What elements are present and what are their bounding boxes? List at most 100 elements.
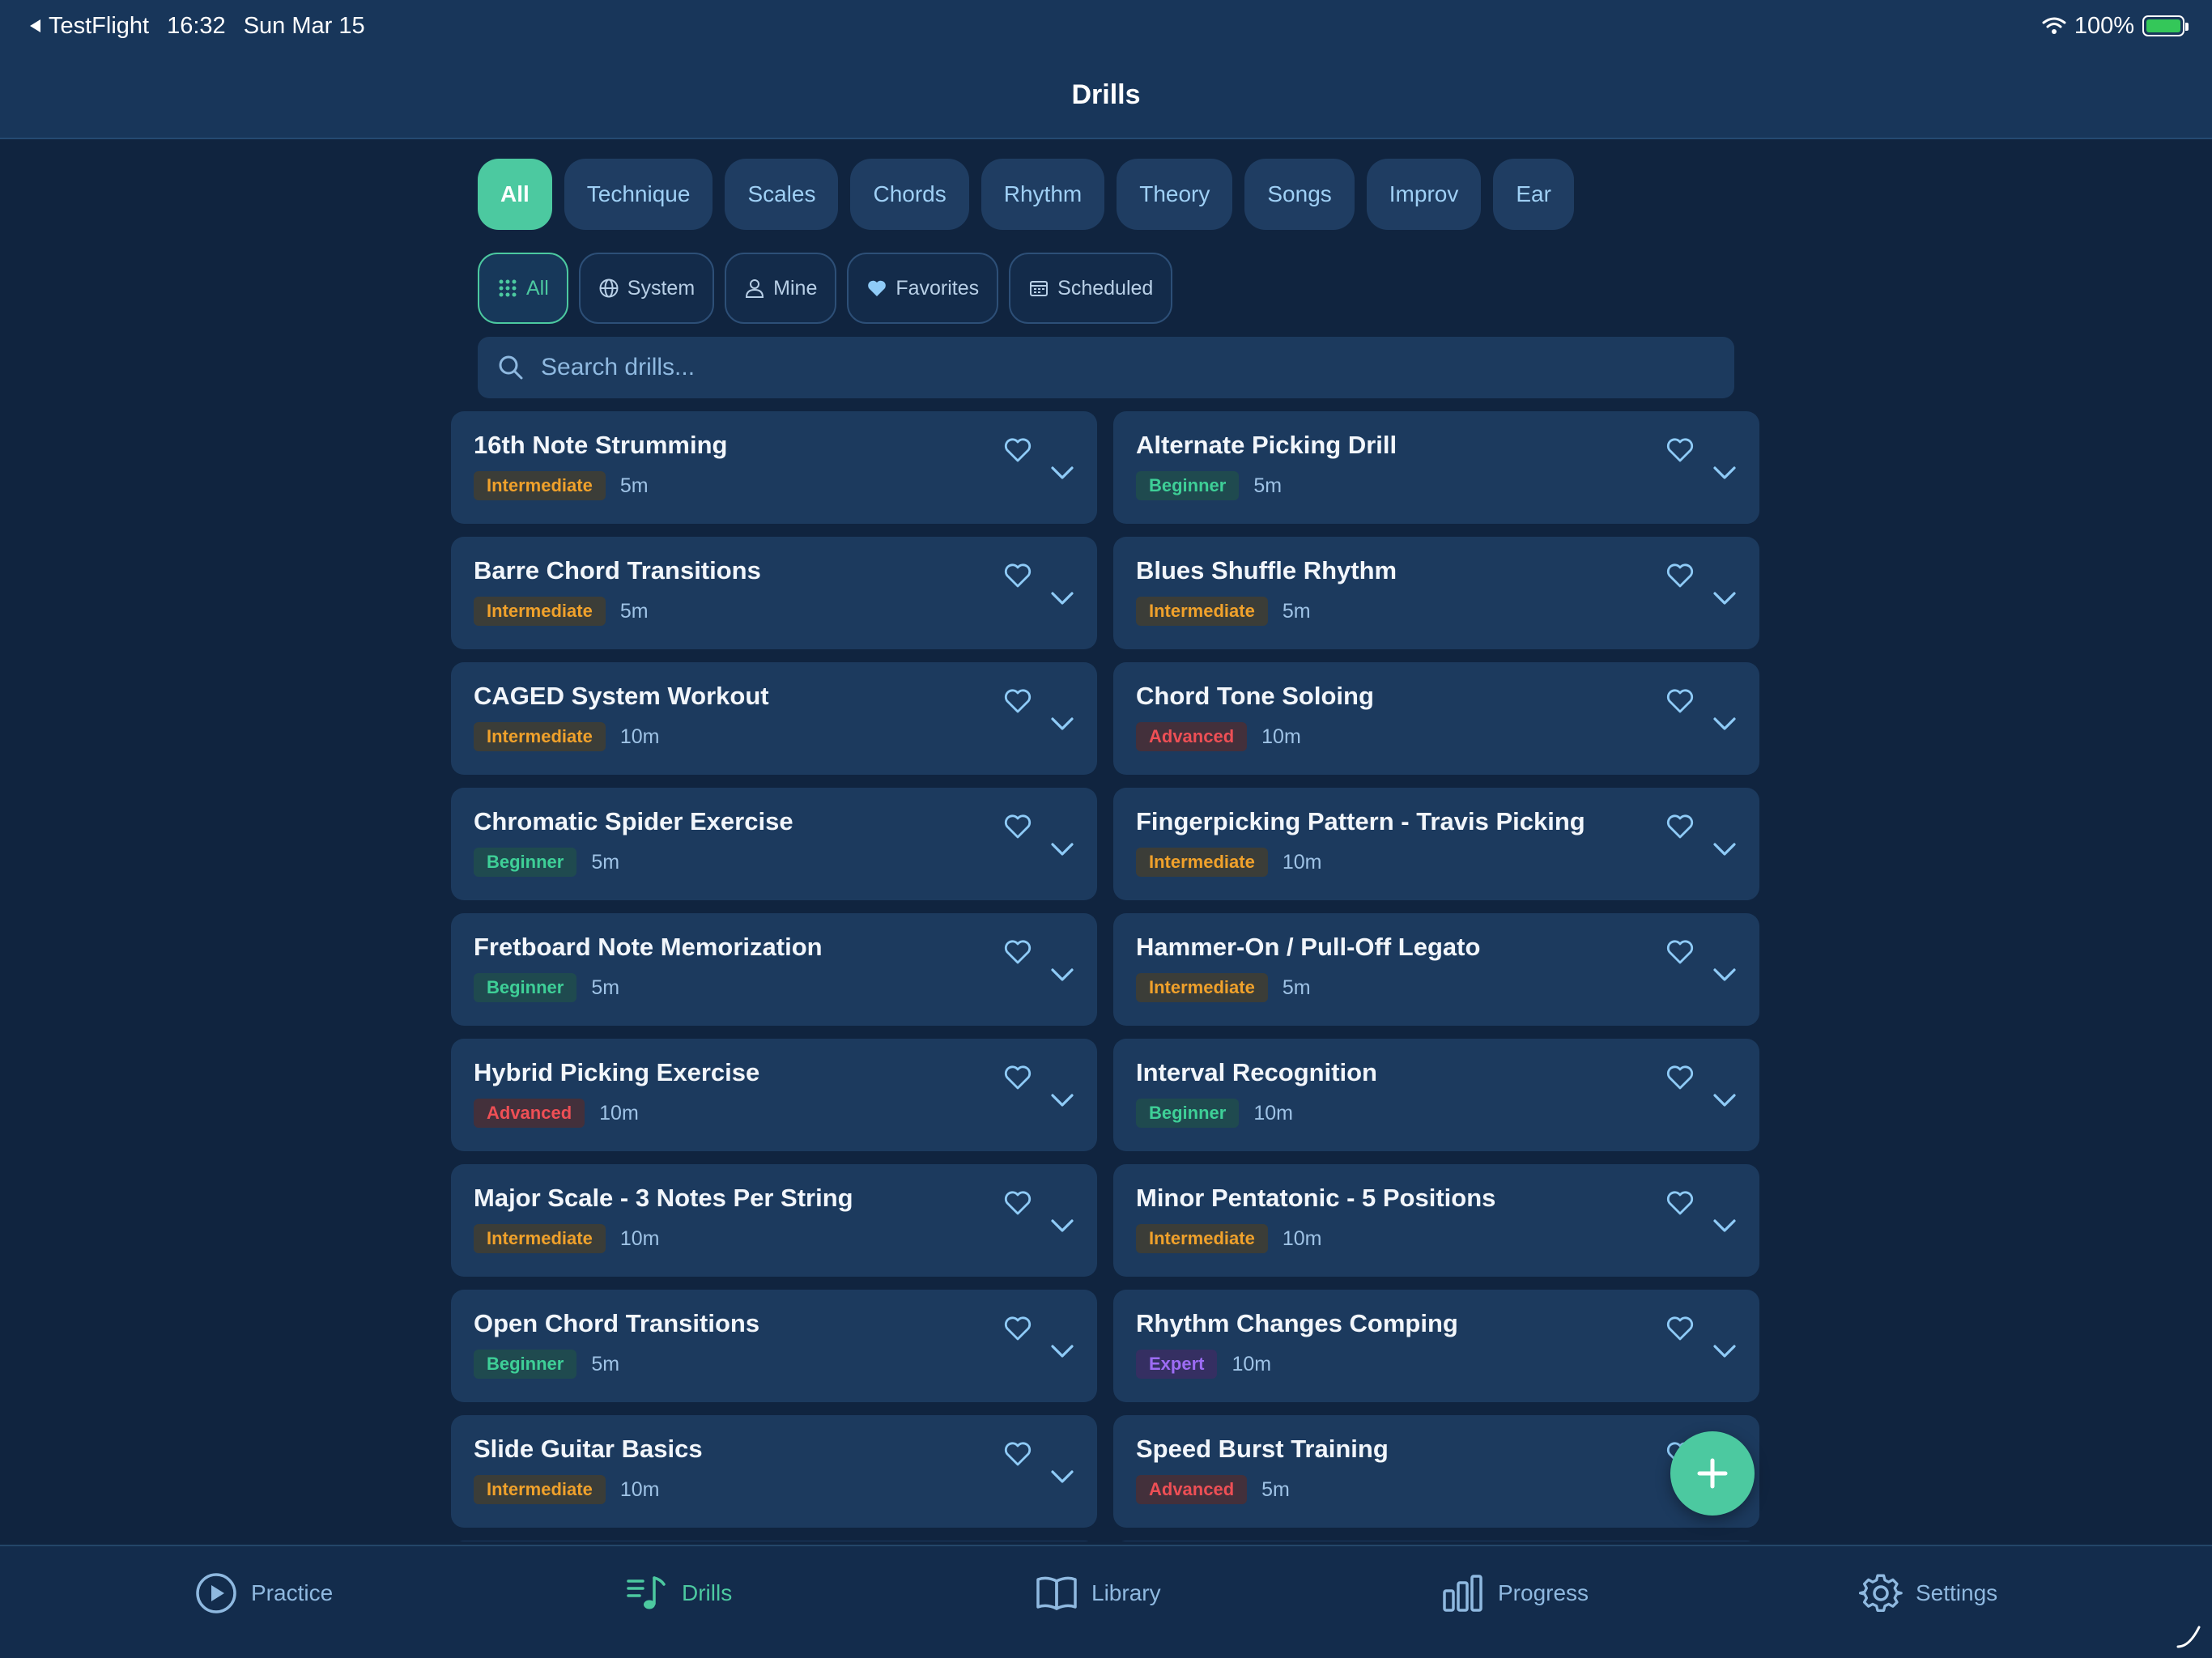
drill-card[interactable]: Blues Shuffle Rhythm Intermediate 5m bbox=[1113, 537, 1759, 649]
search-input[interactable] bbox=[539, 353, 1673, 382]
heart-outline-icon[interactable] bbox=[1003, 937, 1032, 965]
tab-practice[interactable]: Practice bbox=[194, 1569, 333, 1618]
drill-card[interactable]: Barre Chord Transitions Intermediate 5m bbox=[451, 537, 1097, 649]
page-title: Drills bbox=[1071, 79, 1141, 110]
tab-library[interactable]: Library bbox=[1035, 1569, 1161, 1618]
back-to-app-link[interactable]: TestFlight bbox=[28, 13, 149, 40]
heart-outline-icon[interactable] bbox=[1665, 561, 1695, 589]
level-badge: Beginner bbox=[474, 848, 577, 877]
drill-duration: 5m bbox=[1282, 599, 1311, 623]
back-triangle-icon bbox=[30, 19, 40, 32]
heart-outline-icon[interactable] bbox=[1003, 812, 1032, 840]
drill-card[interactable]: Hybrid Picking Exercise Advanced 10m bbox=[451, 1039, 1097, 1151]
category-chip-songs[interactable]: Songs bbox=[1244, 159, 1355, 230]
chevron-down-icon[interactable] bbox=[1049, 1341, 1076, 1361]
heart-outline-icon[interactable] bbox=[1003, 1439, 1032, 1467]
category-chip-scales[interactable]: Scales bbox=[725, 159, 839, 230]
drill-card[interactable]: Chromatic Spider Exercise Beginner 5m bbox=[451, 788, 1097, 900]
chevron-down-icon[interactable] bbox=[1711, 463, 1738, 483]
drill-title: Fingerpicking Pattern - Travis Picking bbox=[1136, 807, 1585, 835]
source-filter-favorites[interactable]: Favorites bbox=[847, 253, 999, 324]
drill-duration: 10m bbox=[619, 1226, 660, 1250]
drill-card[interactable]: Hammer-On / Pull-Off Legato Intermediate 5… bbox=[1113, 913, 1759, 1026]
chevron-down-icon[interactable] bbox=[1711, 1090, 1738, 1110]
search-bar[interactable] bbox=[478, 337, 1734, 398]
source-filter-all[interactable]: All bbox=[478, 253, 568, 324]
source-filter-system[interactable]: System bbox=[578, 253, 715, 324]
heart-outline-icon[interactable] bbox=[1665, 1314, 1695, 1341]
chevron-down-icon[interactable] bbox=[1711, 1216, 1738, 1235]
category-chip-improv[interactable]: Improv bbox=[1366, 159, 1482, 230]
tab-drills[interactable]: Drills bbox=[625, 1569, 732, 1618]
chevron-down-icon[interactable] bbox=[1711, 589, 1738, 608]
add-drill-button[interactable] bbox=[1670, 1431, 1755, 1516]
level-badge: Intermediate bbox=[474, 471, 606, 500]
calendar-icon bbox=[1030, 281, 1049, 296]
heart-outline-icon[interactable] bbox=[1665, 812, 1695, 840]
drill-duration: 5m bbox=[1253, 474, 1283, 497]
drill-card[interactable]: Open Chord Transitions Beginner 5m bbox=[451, 1290, 1097, 1402]
chevron-down-icon[interactable] bbox=[1711, 714, 1738, 733]
category-chip-all[interactable]: All bbox=[478, 159, 552, 230]
chevron-down-icon[interactable] bbox=[1049, 1467, 1076, 1486]
category-chip-technique[interactable]: Technique bbox=[564, 159, 713, 230]
category-chip-rhythm[interactable]: Rhythm bbox=[981, 159, 1105, 230]
level-badge: Beginner bbox=[474, 973, 577, 1002]
category-chip-theory[interactable]: Theory bbox=[1117, 159, 1233, 230]
search-icon bbox=[499, 355, 523, 380]
category-chip-ear[interactable]: Ear bbox=[1493, 159, 1574, 230]
chevron-down-icon[interactable] bbox=[1049, 965, 1076, 984]
heart-outline-icon[interactable] bbox=[1665, 937, 1695, 965]
heart-filled-icon bbox=[868, 280, 887, 296]
chevron-down-icon[interactable] bbox=[1711, 965, 1738, 984]
tab-progress[interactable]: Progress bbox=[1441, 1569, 1589, 1618]
drill-card[interactable]: Fretboard Note Memorization Beginner 5m bbox=[451, 913, 1097, 1026]
drill-card[interactable]: CAGED System Workout Intermediate 10m bbox=[451, 662, 1097, 775]
drill-card[interactable]: Chord Tone Soloing Advanced 10m bbox=[1113, 662, 1759, 775]
drill-title: Barre Chord Transitions bbox=[474, 556, 761, 585]
heart-outline-icon[interactable] bbox=[1003, 687, 1032, 714]
drill-card[interactable]: Major Scale - 3 Notes Per String Intermed… bbox=[451, 1164, 1097, 1277]
battery-icon bbox=[2142, 15, 2189, 36]
chevron-down-icon[interactable] bbox=[1049, 463, 1076, 483]
tab-settings[interactable]: Settings bbox=[1859, 1569, 1997, 1618]
chevron-down-icon[interactable] bbox=[1049, 840, 1076, 859]
chevron-down-icon[interactable] bbox=[1711, 1341, 1738, 1361]
drill-meta: Intermediate 5m bbox=[474, 597, 1074, 626]
drill-card[interactable]: Alternate Picking Drill Beginner 5m bbox=[1113, 411, 1759, 524]
chevron-down-icon[interactable] bbox=[1049, 1090, 1076, 1110]
heart-outline-icon[interactable] bbox=[1665, 1063, 1695, 1090]
tab-label: Library bbox=[1091, 1580, 1161, 1605]
chevron-down-icon[interactable] bbox=[1711, 840, 1738, 859]
bottom-tab-bar: Practice Drills Library Progress Setting… bbox=[0, 1545, 2212, 1658]
heart-outline-icon[interactable] bbox=[1003, 1063, 1032, 1090]
heart-outline-icon[interactable] bbox=[1665, 687, 1695, 714]
source-filter-scheduled[interactable]: Scheduled bbox=[1009, 253, 1173, 324]
tab-label: Drills bbox=[682, 1580, 733, 1605]
heart-outline-icon[interactable] bbox=[1003, 1188, 1032, 1216]
heart-outline-icon[interactable] bbox=[1003, 1314, 1032, 1341]
drill-title: Minor Pentatonic - 5 Positions bbox=[1136, 1184, 1496, 1212]
drill-card[interactable]: Rhythm Changes Comping Expert 10m bbox=[1113, 1290, 1759, 1402]
heart-outline-icon[interactable] bbox=[1665, 1188, 1695, 1216]
drill-grid: 16th Note Strumming Intermediate 5m Alterna… bbox=[451, 411, 1761, 1541]
drill-card[interactable]: Minor Pentatonic - 5 Positions Intermedia… bbox=[1113, 1164, 1759, 1277]
status-date: Sun Mar 15 bbox=[243, 12, 365, 39]
source-filter-label: Mine bbox=[773, 276, 818, 300]
drill-card[interactable]: Interval Recognition Beginner 10m bbox=[1113, 1039, 1759, 1151]
drill-card[interactable]: Fingerpicking Pattern - Travis Picking In… bbox=[1113, 788, 1759, 900]
heart-outline-icon[interactable] bbox=[1003, 561, 1032, 589]
level-badge: Intermediate bbox=[1136, 973, 1268, 1002]
source-filter-mine[interactable]: Mine bbox=[725, 253, 837, 324]
drill-duration: 5m bbox=[591, 1352, 620, 1375]
chevron-down-icon[interactable] bbox=[1049, 589, 1076, 608]
category-chip-chords[interactable]: Chords bbox=[850, 159, 969, 230]
chevron-down-icon[interactable] bbox=[1049, 714, 1076, 733]
drill-card[interactable]: Slide Guitar Basics Intermediate 10m bbox=[451, 1415, 1097, 1528]
level-badge: Beginner bbox=[1136, 1099, 1240, 1128]
heart-outline-icon[interactable] bbox=[1665, 436, 1695, 463]
drill-card[interactable]: 16th Note Strumming Intermediate 5m bbox=[451, 411, 1097, 524]
drill-card[interactable]: Speed Burst Training Advanced 5m bbox=[1113, 1415, 1759, 1528]
heart-outline-icon[interactable] bbox=[1003, 436, 1032, 463]
chevron-down-icon[interactable] bbox=[1049, 1216, 1076, 1235]
